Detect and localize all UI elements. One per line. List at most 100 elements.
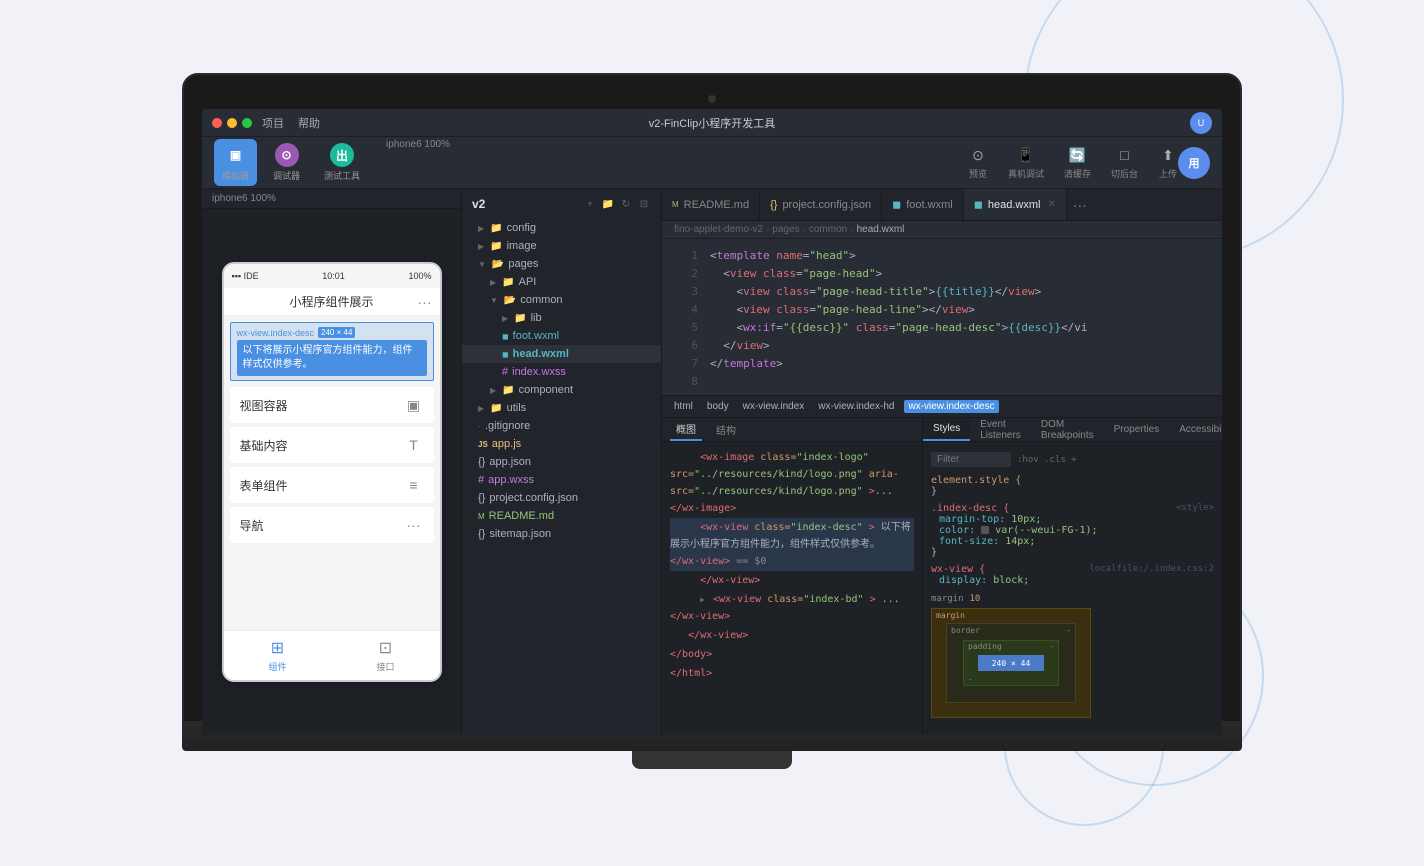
nav-api-label: 接口 <box>376 660 394 673</box>
styles-tab-events[interactable]: Event Listeners <box>970 418 1031 441</box>
tree-file-gitignore[interactable]: · .gitignore <box>462 417 661 435</box>
tree-folder-image[interactable]: ▶ 📁 image <box>462 237 661 255</box>
tree-file-foot-wxml[interactable]: ◼ foot.wxml <box>462 327 661 345</box>
new-folder-icon[interactable]: 📁 <box>601 197 615 211</box>
tree-file-app-wxss[interactable]: # app.wxss <box>462 471 661 489</box>
device-info: iphone6 100% <box>212 193 276 204</box>
simulator-header: iphone6 100% <box>202 189 461 209</box>
toolbar-avatar[interactable]: 用 <box>1178 147 1210 179</box>
styles-tab-accessibility[interactable]: Accessibility <box>1169 418 1222 441</box>
tree-file-app-js[interactable]: JS app.js <box>462 435 661 453</box>
caret-lib: ▶ <box>502 314 508 323</box>
real-machine-action[interactable]: 📱 真机调试 <box>1008 145 1044 180</box>
tab-project-label: project.config.json <box>782 199 871 211</box>
maximize-button[interactable] <box>242 118 252 128</box>
preview-action[interactable]: ⊙ 预览 <box>968 145 988 180</box>
breadcrumb-sep-1: › <box>803 224 806 235</box>
etag-wx-view-index[interactable]: wx-view.index <box>739 400 809 413</box>
upload-label: 上传 <box>1159 167 1177 180</box>
tab-head-close[interactable]: ✕ <box>1047 199 1055 210</box>
minimize-button[interactable] <box>227 118 237 128</box>
tree-folder-lib[interactable]: ▶ 📁 lib <box>462 309 661 327</box>
tab-foot-label: foot.wxml <box>906 199 952 211</box>
css-rule-index-desc: .index-desc { <style> margin-top: 10px; … <box>931 503 1214 558</box>
tree-folder-component[interactable]: ▶ 📁 component <box>462 381 661 399</box>
css-rule-wx-view: wx-view { localfile:/.index.css:2 displa… <box>931 564 1214 586</box>
styles-panel: Styles Event Listeners DOM Breakpoints P… <box>922 418 1222 735</box>
tabs-more-button[interactable]: ··· <box>1067 197 1093 213</box>
nav-item-component[interactable]: ⊞ 组件 <box>268 638 286 673</box>
more-options-icon[interactable]: ··· <box>418 294 432 310</box>
user-avatar[interactable]: U <box>1190 112 1212 134</box>
cut-backend-label: 切后台 <box>1111 167 1138 180</box>
new-file-icon[interactable]: + <box>583 197 597 211</box>
styles-tab-properties[interactable]: Properties <box>1104 418 1170 441</box>
item-icon-2: ≡ <box>404 475 424 495</box>
tree-file-head-wxml[interactable]: ◼ head.wxml <box>462 345 661 363</box>
upload-action[interactable]: ⬆ 上传 <box>1158 145 1178 180</box>
simulator-phone-area: ▪▪▪ IDE 10:01 100% 小程序组件展示 ··· <box>202 209 461 735</box>
etag-html[interactable]: html <box>670 400 697 413</box>
titlebar-right: U <box>1190 112 1212 134</box>
tab-readme[interactable]: M README.md <box>662 189 760 220</box>
panel-tab-overview[interactable]: 概图 <box>670 418 702 441</box>
tree-file-sitemap[interactable]: {} sitemap.json <box>462 525 661 543</box>
folder-label-common: common <box>520 294 562 306</box>
list-item-3[interactable]: 导航 ··· <box>230 507 434 543</box>
box-border: border - padding - 240 × 44 <box>946 623 1076 703</box>
tree-folder-config[interactable]: ▶ 📁 config <box>462 219 661 237</box>
collapse-icon[interactable]: ⊟ <box>637 197 651 211</box>
tab-foot-wxml[interactable]: ◼ foot.wxml <box>882 189 964 220</box>
tree-folder-api[interactable]: ▶ 📁 API <box>462 273 661 291</box>
breadcrumb-sep-2: › <box>850 224 853 235</box>
code-line-2: 2 <view class="page-head"> <box>662 265 1222 283</box>
folder-icon-utils: 📁 <box>490 403 502 414</box>
tree-file-app-json[interactable]: {} app.json <box>462 453 661 471</box>
clear-cache-action[interactable]: 🔄 清缓存 <box>1064 145 1091 180</box>
refresh-icon[interactable]: ↻ <box>619 197 633 211</box>
tab-project-config[interactable]: {} project.config.json <box>760 189 882 220</box>
box-model-container: margin 10 margin border - <box>931 594 1214 718</box>
tree-folder-pages[interactable]: ▼ 📂 pages <box>462 255 661 273</box>
menu-project[interactable]: 项目 <box>262 115 284 131</box>
dom-line-1: <wx-view class="index-desc" > 以下将展示小程序官方… <box>670 518 914 571</box>
list-item-0[interactable]: 视图容器 ▣ <box>230 387 434 423</box>
titlebar: 项目 帮助 v2-FinClip小程序开发工具 U <box>202 109 1222 137</box>
css-selector-wx-view: wx-view { <box>931 564 985 575</box>
close-button[interactable] <box>212 118 222 128</box>
tree-file-project-config[interactable]: {} project.config.json <box>462 489 661 507</box>
styles-tab-styles[interactable]: Styles <box>923 418 970 441</box>
tab-readme-icon: M <box>672 200 679 209</box>
debugger-button[interactable]: ⊙ 调试器 <box>265 139 308 186</box>
etag-wx-view-index-desc[interactable]: wx-view.index-desc <box>904 400 998 413</box>
filter-input[interactable] <box>931 452 1011 467</box>
phone-time: 10:01 <box>322 271 345 281</box>
menu-help[interactable]: 帮助 <box>298 115 320 131</box>
etag-wx-view-index-hd[interactable]: wx-view.index-hd <box>814 400 898 413</box>
item-label-0: 视图容器 <box>240 397 288 414</box>
simulator-button[interactable]: ▣ 模拟器 <box>214 139 257 186</box>
dom-view[interactable]: <wx-image class="index-logo" src="../res… <box>662 442 922 735</box>
tree-file-index-wxss[interactable]: # index.wxss <box>462 363 661 381</box>
panel-tab-structure[interactable]: 结构 <box>710 418 742 441</box>
box-padding-label: padding <box>968 642 1002 651</box>
tree-folder-common[interactable]: ▼ 📂 common <box>462 291 661 309</box>
cut-backend-action[interactable]: □ 切后台 <box>1111 145 1138 180</box>
caret-component: ▶ <box>490 386 496 395</box>
file-label-foot-wxml: foot.wxml <box>513 330 559 342</box>
tree-file-readme[interactable]: M README.md <box>462 507 661 525</box>
nav-item-api[interactable]: ⊡ 接口 <box>376 638 394 673</box>
toolbar-left: ▣ 模拟器 ⊙ 调试器 出 测试工具 iphone6 100% <box>214 139 466 186</box>
list-item-2[interactable]: 表单组件 ≡ <box>230 467 434 503</box>
etag-body[interactable]: body <box>703 400 733 413</box>
test-button[interactable]: 出 测试工具 <box>316 139 368 186</box>
list-item-1[interactable]: 基础内容 T <box>230 427 434 463</box>
tab-head-wxml[interactable]: ◼ head.wxml ✕ <box>964 189 1067 220</box>
styles-tab-dom-breakpoints[interactable]: DOM Breakpoints <box>1031 418 1104 441</box>
clear-cache-icon: 🔄 <box>1067 145 1087 165</box>
tree-folder-utils[interactable]: ▶ 📁 utils <box>462 399 661 417</box>
code-editor[interactable]: 1 <template name="head"> 2 <view class="… <box>662 239 1222 395</box>
css-prop-display: display: <box>939 575 987 586</box>
folder-label-config: config <box>507 222 536 234</box>
code-line-8: 8 <box>662 373 1222 391</box>
